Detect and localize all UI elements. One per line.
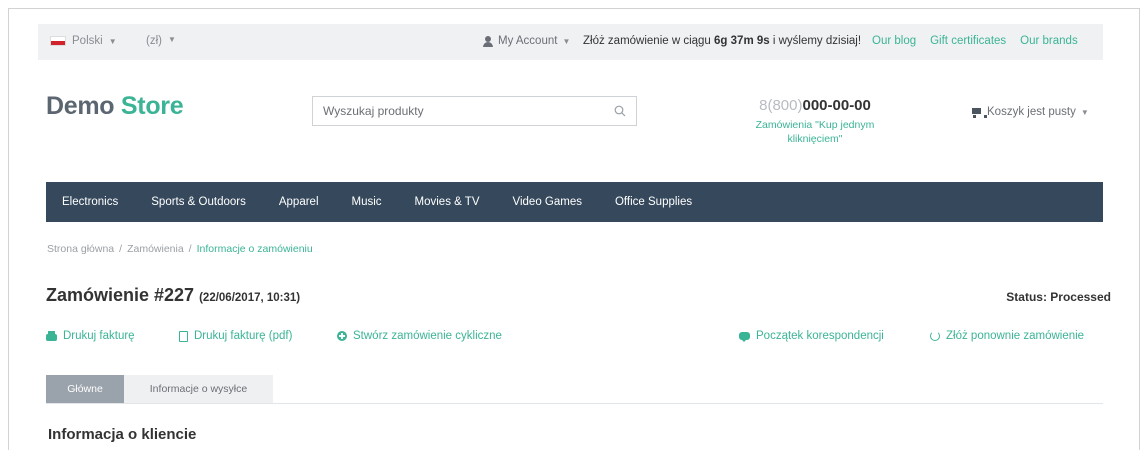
print-invoice-pdf-link[interactable]: Drukuj fakturę (pdf) [179, 330, 292, 342]
cart-label: Koszyk jest pusty [987, 106, 1076, 118]
poland-flag-icon [50, 36, 66, 46]
link-gift-certificates[interactable]: Gift certificates [930, 35, 1006, 47]
promo-time: 6g 37m 9s [714, 35, 770, 47]
breadcrumb: Strona główna / Zamówienia / Informacje o za… [47, 243, 313, 255]
nav-item-sports-outdoors[interactable]: Sports & Outdoors [151, 196, 246, 208]
reorder-link[interactable]: Złóż ponownie zamówienie [930, 330, 1084, 342]
one-click-order-link[interactable]: Zamówienia "Kup jednym kliknięciem" [735, 118, 895, 146]
order-status: Status: Processed [1006, 290, 1111, 304]
main-nav: Electronics Sports & Outdoors Apparel Mu… [46, 182, 1103, 222]
order-tabs: Główne Informacje o wysyłce [46, 375, 273, 403]
breadcrumb-current: Informacje o zamówieniu [196, 243, 313, 255]
my-account-menu[interactable]: My Account ▼ [483, 35, 570, 47]
nav-item-electronics[interactable]: Electronics [62, 196, 118, 208]
create-recurring-order-link[interactable]: Stwórz zamówienie cykliczne [337, 330, 502, 342]
chat-icon [739, 332, 750, 342]
page-title: Zamówienie #227 (22/06/2017, 10:31) [46, 285, 300, 306]
currency-selector[interactable]: (zł) ▼ [146, 35, 176, 47]
breadcrumb-orders[interactable]: Zamówienia [127, 243, 184, 255]
tab-shipping-info[interactable]: Informacje o wysyłce [124, 375, 273, 403]
my-account-label: My Account [498, 35, 558, 47]
chevron-down-icon: ▼ [167, 35, 176, 44]
plus-circle-icon [337, 331, 347, 341]
order-number: Zamówienie #227 [46, 285, 195, 305]
print-invoice-label: Drukuj fakturę [63, 330, 135, 342]
promo-prefix: Złóż zamówienie w ciągu [583, 35, 715, 47]
link-our-brands[interactable]: Our brands [1020, 35, 1078, 47]
store-logo[interactable]: Demo Store [46, 92, 184, 121]
search-input[interactable] [313, 97, 593, 125]
logo-part-store: Store [120, 92, 184, 120]
link-our-blog[interactable]: Our blog [872, 35, 916, 47]
phone-prefix: 8(800) [759, 97, 803, 114]
start-correspondence-label: Początek korespondencji [756, 330, 884, 342]
search-box [312, 96, 637, 126]
nav-item-video-games[interactable]: Video Games [513, 196, 582, 208]
order-date: (22/06/2017, 10:31) [199, 292, 301, 304]
nav-item-movies-tv[interactable]: Movies & TV [415, 196, 480, 208]
breadcrumb-separator: / [119, 243, 123, 255]
chevron-down-icon: ▼ [108, 36, 117, 46]
print-invoice-pdf-label: Drukuj fakturę (pdf) [194, 330, 293, 342]
create-recurring-label: Stwórz zamówienie cykliczne [353, 330, 502, 342]
document-icon [179, 330, 188, 342]
nav-item-office-supplies[interactable]: Office Supplies [615, 196, 692, 208]
cart-icon [970, 107, 987, 118]
one-click-line-2: kliknięciem" [787, 133, 843, 145]
currency-label: (zł) [146, 35, 162, 47]
printer-icon [46, 330, 57, 341]
shipping-countdown: Złóż zamówienie w ciągu 6g 37m 9s i wyśl… [583, 35, 861, 47]
search-icon[interactable] [614, 105, 626, 117]
contact-phone: 8(800)000-00-00 Zamówienia "Kup jednym k… [735, 97, 895, 146]
cart-dropdown[interactable]: Koszyk jest pusty ▼ [970, 106, 1089, 118]
tab-main[interactable]: Główne [46, 375, 124, 403]
chevron-down-icon: ▼ [1080, 107, 1089, 117]
refresh-icon [930, 331, 940, 341]
start-correspondence-link[interactable]: Początek korespondencji [739, 330, 884, 342]
breadcrumb-separator: / [188, 243, 192, 255]
nav-item-apparel[interactable]: Apparel [279, 196, 319, 208]
top-bar: Polski ▼ (zł) ▼ My Account ▼ Złóż zamówi… [38, 24, 1103, 60]
phone-number: 8(800)000-00-00 [735, 97, 895, 114]
promo-suffix: i wyślemy dzisiaj! [769, 35, 862, 47]
language-label: Polski [72, 35, 103, 47]
chevron-down-icon: ▼ [562, 36, 571, 46]
print-invoice-link[interactable]: Drukuj fakturę [46, 330, 135, 342]
reorder-label: Złóż ponownie zamówienie [946, 330, 1085, 342]
tabs-divider [46, 403, 1103, 404]
top-links: Our blog Gift certificates Our brands [872, 35, 1078, 47]
one-click-line-1: Zamówienia "Kup jednym [755, 119, 875, 131]
logo-part-demo: Demo [46, 92, 115, 120]
customer-info-heading: Informacja o kliencie [48, 426, 197, 443]
nav-item-music[interactable]: Music [352, 196, 382, 208]
phone-main: 000-00-00 [802, 97, 871, 114]
user-icon [483, 35, 493, 47]
language-selector[interactable]: Polski ▼ [50, 35, 117, 47]
breadcrumb-home[interactable]: Strona główna [47, 243, 114, 255]
